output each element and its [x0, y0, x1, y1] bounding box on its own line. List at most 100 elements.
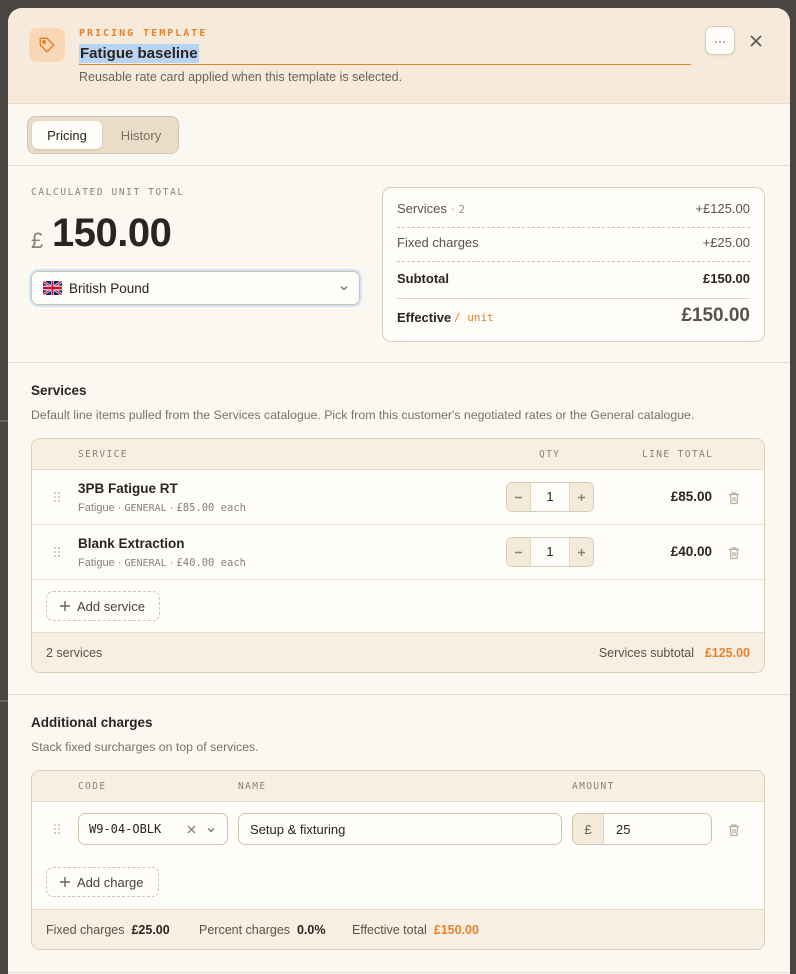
close-icon — [750, 35, 762, 47]
view-tabs: Pricing History — [27, 116, 179, 154]
plus-icon — [578, 493, 585, 501]
decrement-button[interactable] — [507, 538, 531, 566]
quantity-input[interactable]: 1 — [531, 489, 569, 504]
summary-effective-unit: / unit — [454, 311, 494, 324]
summary-services-count: 2 — [458, 203, 466, 216]
footer-percent-label: Percent charges — [199, 923, 291, 937]
add-service-label: Add service — [77, 598, 145, 614]
currency-symbol: £ — [31, 228, 44, 253]
services-section-description: Default line items pulled from the Servi… — [31, 408, 695, 422]
drag-handle-icon[interactable] — [53, 546, 61, 558]
quantity-input[interactable]: 1 — [531, 544, 569, 559]
services-section-title: Services — [31, 383, 87, 398]
plus-icon — [60, 601, 70, 611]
charge-code-value: W9-04-OBLK — [89, 822, 162, 836]
calculated-total-label: CALCULATED UNIT TOTAL — [31, 187, 185, 198]
services-table-header: SERVICE QTY LINE TOTAL — [32, 439, 764, 470]
summary-fixed-value: +£25.00 — [702, 235, 750, 250]
footer-percent: Percent charges 0.0% — [199, 923, 325, 937]
chevron-down-icon — [207, 828, 215, 833]
trash-icon[interactable] — [727, 491, 741, 505]
eyebrow-label: PRICING TEMPLATE — [79, 28, 208, 39]
footer-effective: Effective total £150.00 — [352, 923, 479, 937]
service-meta: Fatigue · GENERAL · £85.00 each — [78, 502, 246, 514]
footer-percent-value: 0.0% — [296, 923, 326, 937]
charges-section-description: Stack fixed surcharges on top of service… — [31, 740, 259, 754]
trash-icon[interactable] — [727, 823, 741, 837]
uk-flag-icon — [43, 281, 62, 295]
minus-icon — [515, 496, 522, 498]
currency-select[interactable]: British Pound — [31, 271, 360, 305]
charge-name-input[interactable]: Setup & fixturing — [238, 813, 562, 845]
charge-code-select[interactable]: W9-04-OBLK — [78, 813, 228, 845]
tab-history[interactable]: History — [106, 121, 176, 149]
quantity-stepper: 1 — [506, 537, 594, 567]
more-options-button[interactable]: ··· — [705, 26, 735, 55]
service-name: Blank Extraction — [78, 536, 185, 551]
summary-effective-label: Effective — [397, 310, 452, 325]
services-table: SERVICE QTY LINE TOTAL 3PB Fatigue RT Fa… — [31, 438, 765, 673]
add-service-button[interactable]: Add service — [46, 591, 160, 621]
service-category: Fatigue — [78, 557, 115, 569]
footer-fixed-label: Fixed charges — [46, 923, 125, 937]
clear-icon[interactable] — [187, 825, 196, 834]
more-icon: ··· — [714, 33, 726, 48]
charge-currency-symbol: £ — [573, 814, 604, 844]
plus-icon — [578, 548, 585, 556]
increment-button[interactable] — [569, 538, 593, 566]
services-count: 2 services — [46, 646, 103, 660]
drag-handle-icon[interactable] — [53, 823, 61, 835]
close-button[interactable] — [745, 30, 767, 52]
table-row: 3PB Fatigue RT Fatigue · GENERAL · £85.0… — [32, 470, 764, 525]
currency-selected-value: British Pound — [69, 281, 150, 296]
service-unit-price: £85.00 each — [176, 502, 246, 514]
summary-separator: · — [450, 201, 455, 216]
col-name: NAME — [238, 781, 267, 792]
col-amount: AMOUNT — [572, 781, 615, 792]
divider — [8, 694, 790, 695]
template-subtitle: Reusable rate card applied when this tem… — [79, 70, 403, 84]
charge-amount-input[interactable]: £ 25 — [572, 813, 712, 845]
template-name-text[interactable]: Fatigue baseline — [79, 44, 199, 63]
summary-services-label: Services — [397, 201, 447, 216]
footer-effective-value: £150.00 — [433, 923, 479, 937]
summary-divider — [397, 298, 750, 299]
service-name: 3PB Fatigue RT — [78, 481, 178, 496]
col-qty: QTY — [539, 449, 561, 460]
add-charge-label: Add charge — [77, 874, 144, 890]
charge-amount-value: 25 — [616, 822, 631, 837]
services-table-footer: 2 services Services subtotal £125.00 — [32, 632, 764, 672]
services-subtotal-label: Services subtotal — [598, 646, 694, 660]
decrement-button[interactable] — [507, 483, 531, 511]
service-catalogue: GENERAL — [124, 503, 167, 514]
increment-button[interactable] — [569, 483, 593, 511]
chevron-down-icon — [340, 286, 348, 291]
pricing-template-modal: PRICING TEMPLATE Fatigue baseline Reusab… — [8, 8, 790, 974]
col-code: CODE — [78, 781, 107, 792]
summary-effective-value: £150.00 — [681, 305, 750, 326]
table-row: Blank Extraction Fatigue · GENERAL · £40… — [32, 525, 764, 580]
summary-services-value: +£125.00 — [695, 201, 750, 216]
modal-header: PRICING TEMPLATE Fatigue baseline Reusab… — [8, 8, 790, 104]
table-row: W9-04-OBLK Setup & fixturing £ 25 — [32, 802, 764, 857]
footer-fixed: Fixed charges £25.00 — [46, 923, 170, 937]
divider — [8, 362, 790, 363]
summary-divider — [397, 227, 750, 228]
calculated-total-value: 150.00 — [52, 211, 172, 255]
footer-fixed-value: £25.00 — [131, 923, 170, 937]
add-charge-button[interactable]: Add charge — [46, 867, 159, 897]
price-tag-icon — [29, 28, 65, 62]
charges-table-footer: Fixed charges £25.00 Percent charges 0.0… — [32, 909, 764, 949]
template-name-input[interactable]: Fatigue baseline — [79, 44, 691, 65]
service-category: Fatigue — [78, 502, 115, 514]
line-total: £40.00 — [670, 544, 712, 559]
trash-icon[interactable] — [727, 546, 741, 560]
tab-pricing[interactable]: Pricing — [32, 121, 102, 149]
charges-table-header: CODE NAME AMOUNT — [32, 771, 764, 802]
summary-fixed-label: Fixed charges — [397, 235, 479, 250]
plus-icon — [60, 877, 70, 887]
summary-card: Services · 2 +£125.00 Fixed charges +£25… — [382, 187, 765, 342]
charge-name-value: Setup & fixturing — [250, 822, 346, 837]
drag-handle-icon[interactable] — [53, 491, 61, 503]
col-line-total: LINE TOTAL — [642, 449, 714, 460]
